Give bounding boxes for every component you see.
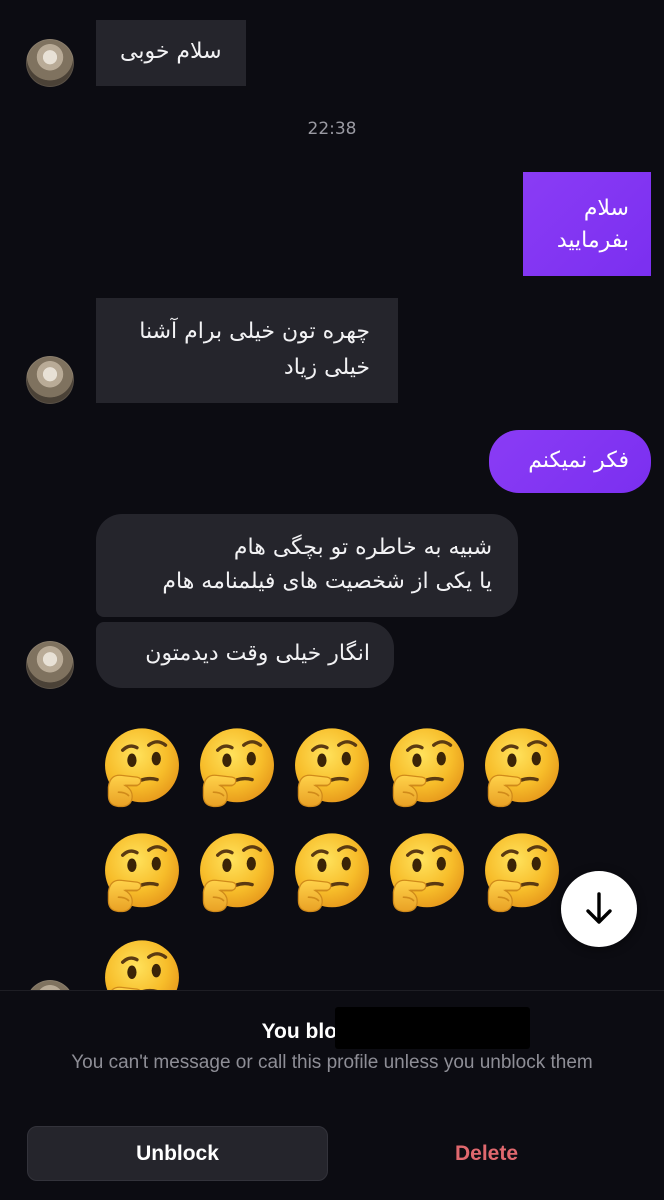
thinking-face-emoji bbox=[385, 725, 469, 809]
message-text: فکر نمیکنم bbox=[528, 448, 629, 473]
message-text: چهره تون خیلی برام آشنا bbox=[139, 319, 370, 344]
arrow-down-icon bbox=[586, 892, 612, 924]
message-incoming[interactable]: شبیه به خاطره تو بچگی هام یا یکی از شخصی… bbox=[96, 514, 518, 617]
message-text: شبیه به خاطره تو بچگی هام bbox=[233, 535, 492, 560]
message-text: بفرمایید bbox=[556, 228, 629, 253]
chat-thread[interactable]: سلام خوبی 22:38 سلام بفرمایید چهره تون خ… bbox=[0, 0, 664, 990]
message-incoming[interactable]: سلام خوبی bbox=[96, 20, 246, 86]
thinking-face-emoji bbox=[290, 830, 374, 914]
thinking-face-emoji bbox=[290, 725, 374, 809]
emoji-message[interactable] bbox=[100, 725, 570, 815]
contact-avatar[interactable] bbox=[26, 641, 74, 689]
emoji-message[interactable] bbox=[100, 937, 200, 990]
emoji-message[interactable] bbox=[100, 830, 570, 920]
thinking-face-emoji bbox=[480, 830, 564, 914]
message-outgoing[interactable]: فکر نمیکنم bbox=[489, 430, 651, 493]
unblock-button[interactable]: Unblock bbox=[27, 1126, 328, 1181]
thinking-face-emoji bbox=[385, 830, 469, 914]
contact-avatar[interactable] bbox=[26, 356, 74, 404]
message-text: سلام bbox=[583, 196, 629, 221]
thinking-face-emoji bbox=[195, 725, 279, 809]
blocked-banner: You blocked 1 You can't message or call … bbox=[0, 990, 664, 1200]
thinking-face-emoji bbox=[100, 830, 184, 914]
thinking-face-emoji bbox=[100, 725, 184, 809]
message-incoming[interactable]: انگار خیلی وقت دیدمتون bbox=[96, 622, 394, 688]
blocked-title: You blocked 1 bbox=[261, 1020, 403, 1043]
message-text: انگار خیلی وقت دیدمتون bbox=[145, 641, 370, 666]
contact-avatar[interactable] bbox=[26, 39, 74, 87]
thinking-face-emoji bbox=[100, 937, 184, 990]
contact-avatar[interactable] bbox=[26, 980, 74, 990]
message-text: یا یکی از شخصیت های فیلمنامه هام bbox=[162, 569, 492, 594]
delete-button[interactable]: Delete bbox=[336, 1126, 637, 1181]
redaction-mark bbox=[335, 1007, 530, 1049]
scroll-to-bottom-button[interactable] bbox=[561, 871, 637, 947]
thinking-face-emoji bbox=[195, 830, 279, 914]
message-outgoing[interactable]: سلام بفرمایید bbox=[523, 172, 651, 276]
message-text: سلام خوبی bbox=[120, 39, 222, 64]
message-text: خیلی زیاد bbox=[283, 355, 370, 380]
blocked-subtitle: You can't message or call this profile u… bbox=[71, 1052, 593, 1073]
message-incoming[interactable]: چهره تون خیلی برام آشنا خیلی زیاد bbox=[96, 298, 398, 403]
message-timestamp: 22:38 bbox=[307, 119, 357, 139]
thinking-face-emoji bbox=[480, 725, 564, 809]
